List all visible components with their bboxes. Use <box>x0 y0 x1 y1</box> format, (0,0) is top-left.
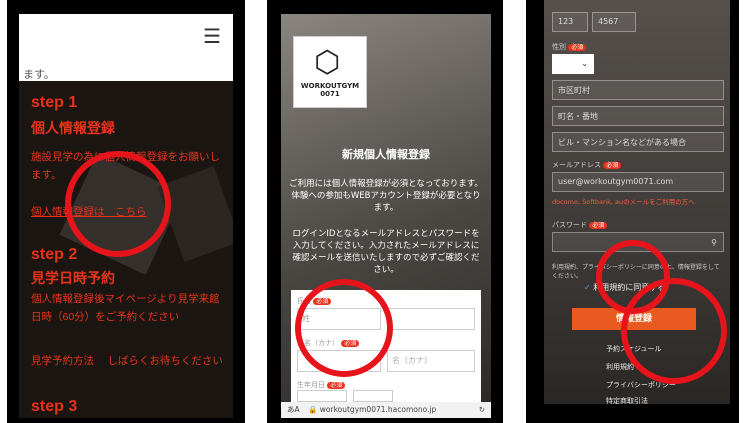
lock-icon: 🔒 <box>308 405 318 414</box>
eye-icon[interactable]: ⚲ <box>711 238 717 247</box>
last-name-input[interactable]: 姓 <box>297 308 381 330</box>
step2-text: 個人情報登録後マイページより見学来館日時（60分）をご予約ください <box>31 293 220 323</box>
phone-screenshot-3: 123 4567 性別 必須 ⌄ 市区町村 町名・番地 ビル・マンション名などが… <box>526 0 739 423</box>
kana-label: 氏名（カナ） 必須 <box>297 338 360 348</box>
hamburger-menu-icon[interactable]: ☰ <box>203 24 221 48</box>
first-name-input[interactable] <box>387 308 475 330</box>
registration-form: 氏名 必須 姓 氏名（カナ） 必須 名（カナ） 生年月日 必須 <box>291 290 481 418</box>
first-name-kana-input[interactable]: 名（カナ） <box>387 350 475 372</box>
gender-label: 性別 必須 <box>552 42 587 52</box>
text-size-icon[interactable]: あA <box>287 405 300 414</box>
email-carrier-note-link[interactable]: docomo, Softbank, auのメールをご利用の方へ <box>552 196 695 206</box>
password-label: パスワード 必須 <box>552 220 608 230</box>
step2-heading: 見学日時予約 <box>31 270 115 286</box>
street-input[interactable]: 町名・番地 <box>552 106 724 126</box>
email-label: メールアドレス 必須 <box>552 160 622 170</box>
step1-heading: 個人情報登録 <box>31 120 115 136</box>
birthdate-label: 生年月日 必須 <box>297 380 346 390</box>
birth-year-select[interactable] <box>297 390 347 402</box>
consent-text: 利用規約、プライバシーポリシーに同意の上、情報登録をしてください。 <box>552 264 720 280</box>
step1-title: step 1 <box>31 94 78 111</box>
logo-text: WORKOUTGYM 0071 <box>300 82 360 98</box>
steps-page: ☰ ます。 step 1 個人情報登録 施設見学の為に個人情報登録をお願いします… <box>19 14 233 418</box>
personal-info-register-link[interactable]: 個人情報登録は こちら <box>31 203 147 221</box>
intro-text: ご利用には個人情報登録が必須となっております。体験への参加もWEBアカウント登録… <box>289 179 483 213</box>
gym-logo: ⬡ WORKOUTGYM 0071 <box>293 36 367 108</box>
check-icon: ✓ <box>584 283 591 292</box>
phone-screenshot-2: ⬡ WORKOUTGYM 0071 新規個人情報登録 ご利用には個人情報登録が必… <box>267 0 503 423</box>
registration-form-bottom: 123 4567 性別 必須 ⌄ 市区町村 町名・番地 ビル・マンション名などが… <box>544 0 730 404</box>
previous-text-fragment: ます。 <box>23 68 55 81</box>
phone-screenshot-1: ☰ ます。 step 1 個人情報登録 施設見学の為に個人情報登録をお願いします… <box>7 0 245 423</box>
agree-terms-checkbox[interactable]: ✓ 利用規約に同意する <box>584 282 665 293</box>
password-input[interactable]: ⚲ <box>552 232 724 252</box>
birth-month-select[interactable] <box>353 390 393 402</box>
tel-part-input[interactable]: 4567 <box>592 12 636 32</box>
page-title: 新規個人情報登録 <box>342 148 430 161</box>
browser-url-bar[interactable]: あA 🔒 workoutgym0071.hacomono.jp ↻ <box>281 402 491 418</box>
building-input[interactable]: ビル・マンション名などがある場合 <box>552 132 724 152</box>
submit-registration-button[interactable]: 情報登録 <box>572 308 696 330</box>
city-input[interactable]: 市区町村 <box>552 80 724 100</box>
url-text: workoutgym0071.hacomono.jp <box>319 405 437 414</box>
email-input[interactable]: user@workoutgym0071.com <box>552 172 724 192</box>
footer-link-terms[interactable]: 利用規約 <box>606 362 634 372</box>
registration-page: ⬡ WORKOUTGYM 0071 新規個人情報登録 ご利用には個人情報登録が必… <box>281 14 491 418</box>
step3-title: step 3 <box>31 398 78 415</box>
header-bar: ☰ ます。 <box>19 14 233 81</box>
chevron-down-icon: ⌄ <box>581 59 588 68</box>
tel-part-input[interactable]: 123 <box>552 12 588 32</box>
footer-link-schedule[interactable]: 予約スケジュール <box>606 344 662 354</box>
footer-link-privacy[interactable]: プライバシーポリシー <box>606 380 676 390</box>
instruction-text: ログインIDとなるメールアドレスとパスワードを入力してください。入力されたメール… <box>292 229 480 275</box>
last-name-kana-input[interactable] <box>297 350 381 372</box>
hexagon-logo-icon: ⬡ <box>314 45 341 80</box>
gender-select[interactable]: ⌄ <box>552 54 594 74</box>
name-label: 氏名 必須 <box>297 296 332 306</box>
reload-icon[interactable]: ↻ <box>479 402 485 418</box>
step1-text: 施設見学の為に個人情報登録をお願いします。 <box>31 151 220 181</box>
footer-link-commerce[interactable]: 特定商取引法 <box>606 396 648 404</box>
step2-title: step 2 <box>31 246 78 263</box>
visit-reservation-link[interactable]: 見学予約方法 しばらくお待ちください <box>31 352 223 370</box>
